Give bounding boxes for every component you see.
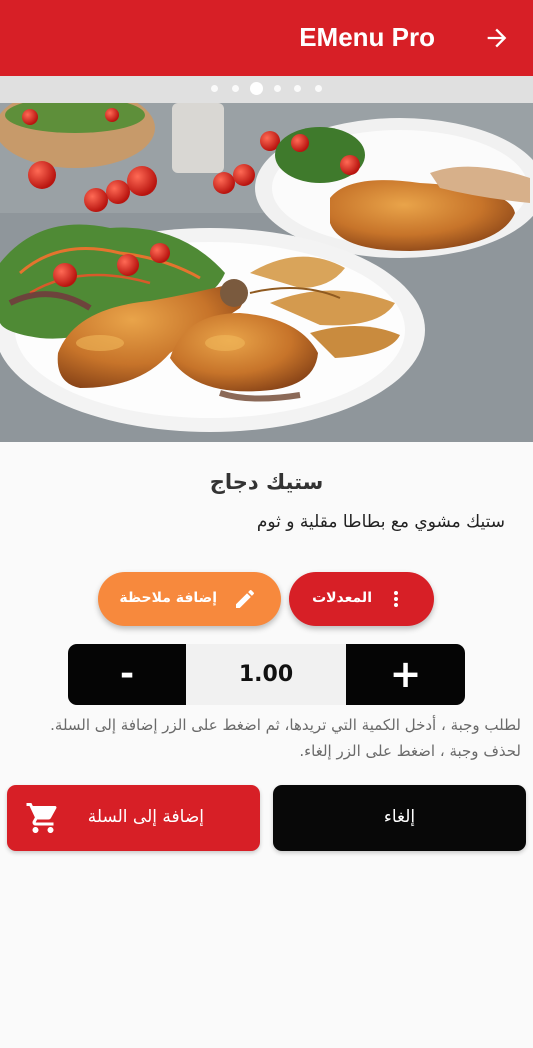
add-note-button[interactable]: إضافة ملاحظة: [98, 572, 281, 626]
decrease-quantity-button[interactable]: -: [68, 644, 186, 705]
carousel-dot[interactable]: [211, 85, 218, 92]
carousel-dot[interactable]: [315, 85, 322, 92]
quantity-input[interactable]: [186, 644, 346, 705]
more-vert-icon: [394, 591, 398, 607]
cart-icon: [26, 803, 57, 833]
help-line-delete: لحذف وجبة ، اضغط على الزر إلغاء.: [299, 742, 521, 760]
pencil-icon: [236, 589, 255, 608]
carousel-dot[interactable]: [274, 85, 281, 92]
carousel-dot-active[interactable]: [250, 82, 263, 95]
help-text: لطلب وجبة ، أدخل الكمية التي تريدها، ثم …: [6, 712, 521, 764]
arrow-right-icon[interactable]: [483, 24, 511, 52]
cancel-label: إلغاء: [383, 807, 416, 827]
dish-image[interactable]: [0, 103, 533, 442]
add-note-label: إضافة ملاحظة: [119, 590, 217, 606]
carousel-dot[interactable]: [294, 85, 301, 92]
increase-quantity-button[interactable]: +: [346, 644, 465, 705]
cancel-button[interactable]: إلغاء: [273, 785, 526, 851]
modifiers-label: المعدلات: [312, 590, 372, 606]
modifiers-button[interactable]: المعدلات: [289, 572, 434, 626]
add-to-cart-label: إضافة إلى السلة: [87, 807, 204, 827]
carousel-dot[interactable]: [232, 85, 239, 92]
add-to-cart-button[interactable]: إضافة إلى السلة: [7, 785, 260, 851]
carousel-indicator: [0, 76, 533, 103]
dish-description: ستيك مشوي مع بطاطا مقلية و ثوم: [256, 512, 505, 532]
dish-title: ستيك دجاج: [209, 470, 324, 494]
app-title: EMenu Pro: [299, 22, 435, 52]
help-line-order: لطلب وجبة ، أدخل الكمية التي تريدها، ثم …: [50, 716, 521, 734]
dish-photo: [0, 103, 533, 442]
app-bar: EMenu Pro: [0, 0, 533, 76]
quantity-stepper: - +: [68, 644, 465, 705]
